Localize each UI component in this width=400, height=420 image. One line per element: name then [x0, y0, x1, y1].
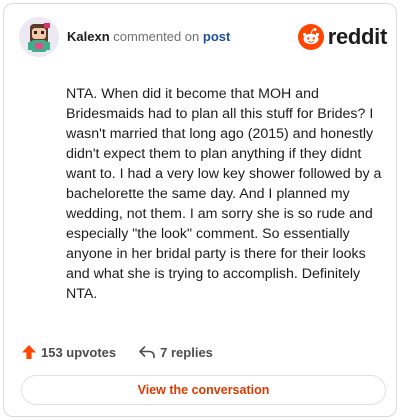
post-link[interactable]: post: [203, 29, 230, 44]
upvotes-button[interactable]: 153 upvotes: [21, 344, 116, 360]
comment-header: Kalexn commented on post reddit: [19, 17, 387, 57]
upvote-arrow-icon: [22, 345, 36, 359]
upvotes-count: 153 upvotes: [41, 344, 117, 360]
snoo-avatar-icon: [19, 17, 59, 57]
comment-body: NTA. When did it become that MOH and Bri…: [66, 86, 382, 302]
comment-card: Kalexn commented on post reddit NTA. Whe…: [3, 3, 397, 417]
username[interactable]: Kalexn: [67, 29, 110, 44]
reply-arrow-icon: [139, 346, 155, 359]
reddit-logo-icon: [297, 24, 324, 50]
reddit-brand[interactable]: reddit: [297, 22, 388, 52]
reddit-wordmark: reddit: [327, 24, 388, 49]
replies-button[interactable]: 7 replies: [138, 344, 213, 360]
action-text: commented on: [113, 29, 200, 44]
comment-attribution: Kalexn commented on post: [67, 29, 230, 45]
view-conversation-button[interactable]: View the conversation: [21, 375, 386, 405]
replies-count: 7 replies: [160, 344, 213, 360]
user-avatar[interactable]: [19, 17, 59, 57]
comment-actions: 153 upvotes 7 replies: [21, 341, 213, 363]
